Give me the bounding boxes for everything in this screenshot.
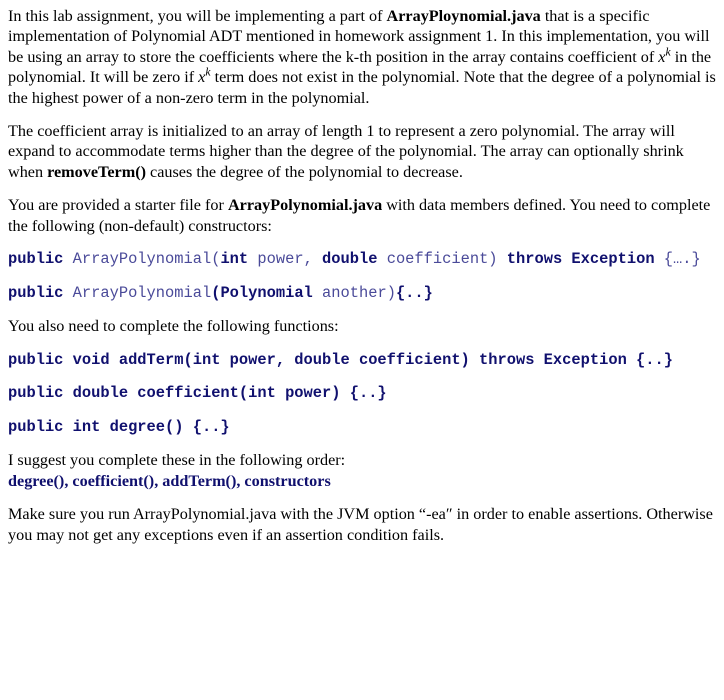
code-body-2: {..} [395, 283, 433, 302]
paragraph-jvm-assertions: Make sure you run ArrayPolynomial.java w… [8, 504, 718, 545]
code-identifier-constructor-1: ArrayPolynomial( [63, 250, 221, 269]
paragraph-functions-intro: You also need to complete the following … [8, 316, 718, 336]
paragraph-starter-file-text-1: You are provided a starter file for [8, 196, 228, 215]
paragraph-suggested-order: I suggest you complete these in the foll… [8, 450, 718, 491]
code-param-coefficient-1: coefficient) [377, 250, 507, 269]
code-block-add-term: public void addTerm(int power, double co… [8, 350, 718, 371]
code-suggested-order-list: degree(), coefficient(), addTerm(), cons… [8, 471, 331, 490]
document-page: In this lab assignment, you will be impl… [0, 0, 724, 700]
code-signature-coefficient: public double coefficient(int power) {..… [8, 384, 387, 403]
paragraph-jvm-assertions-text: Make sure you run ArrayPolynomial.java w… [8, 505, 713, 544]
code-signature-add-term: public void addTerm(int power, double co… [8, 350, 673, 369]
code-param-another-2: another) [312, 283, 396, 302]
paragraph-starter-file-emphasis-filename: ArrayPolynomial.java [227, 196, 383, 215]
code-block-constructor-2: public ArrayPolynomial(Polynomial anothe… [8, 283, 718, 304]
paragraph-functions-intro-text: You also need to complete the following … [8, 317, 339, 336]
code-body-1: {….} [654, 250, 701, 269]
code-keyword-public-1: public [8, 250, 64, 269]
code-type-polynomial-2: (Polynomial [211, 283, 313, 302]
code-block-degree: public int degree() {..} [8, 417, 718, 438]
code-keyword-int-1: int [220, 250, 249, 269]
code-keyword-throws-exception-1: throws Exception [506, 250, 655, 269]
code-identifier-constructor-2: ArrayPolynomial [63, 283, 212, 302]
code-keyword-double-1: double [322, 250, 378, 269]
paragraph-intro-emphasis-filename: ArrayPloynomial.java [386, 7, 541, 25]
paragraph-starter-file: You are provided a starter file for Arra… [8, 195, 718, 236]
code-signature-degree: public int degree() {..} [8, 417, 230, 436]
math-expression-x-power-k-2: xk [198, 66, 210, 86]
math-expression-x-power-k-1: xk [658, 46, 670, 66]
code-block-coefficient: public double coefficient(int power) {..… [8, 383, 718, 404]
paragraph-coefficient-array-text-2: causes the degree of the polynomial to d… [146, 162, 463, 181]
code-block-constructor-1: public ArrayPolynomial(int power, double… [8, 249, 718, 270]
paragraph-coefficient-array: The coefficient array is initialized to … [8, 121, 718, 182]
paragraph-intro: In this lab assignment, you will be impl… [8, 6, 718, 108]
code-param-power-1: power, [248, 250, 323, 269]
paragraph-intro-text-1: In this lab assignment, you will be impl… [8, 7, 387, 25]
code-keyword-public-2: public [8, 283, 64, 302]
paragraph-coefficient-array-emphasis-method: removeTerm() [47, 162, 146, 181]
paragraph-suggested-order-text: I suggest you complete these in the foll… [8, 451, 346, 470]
